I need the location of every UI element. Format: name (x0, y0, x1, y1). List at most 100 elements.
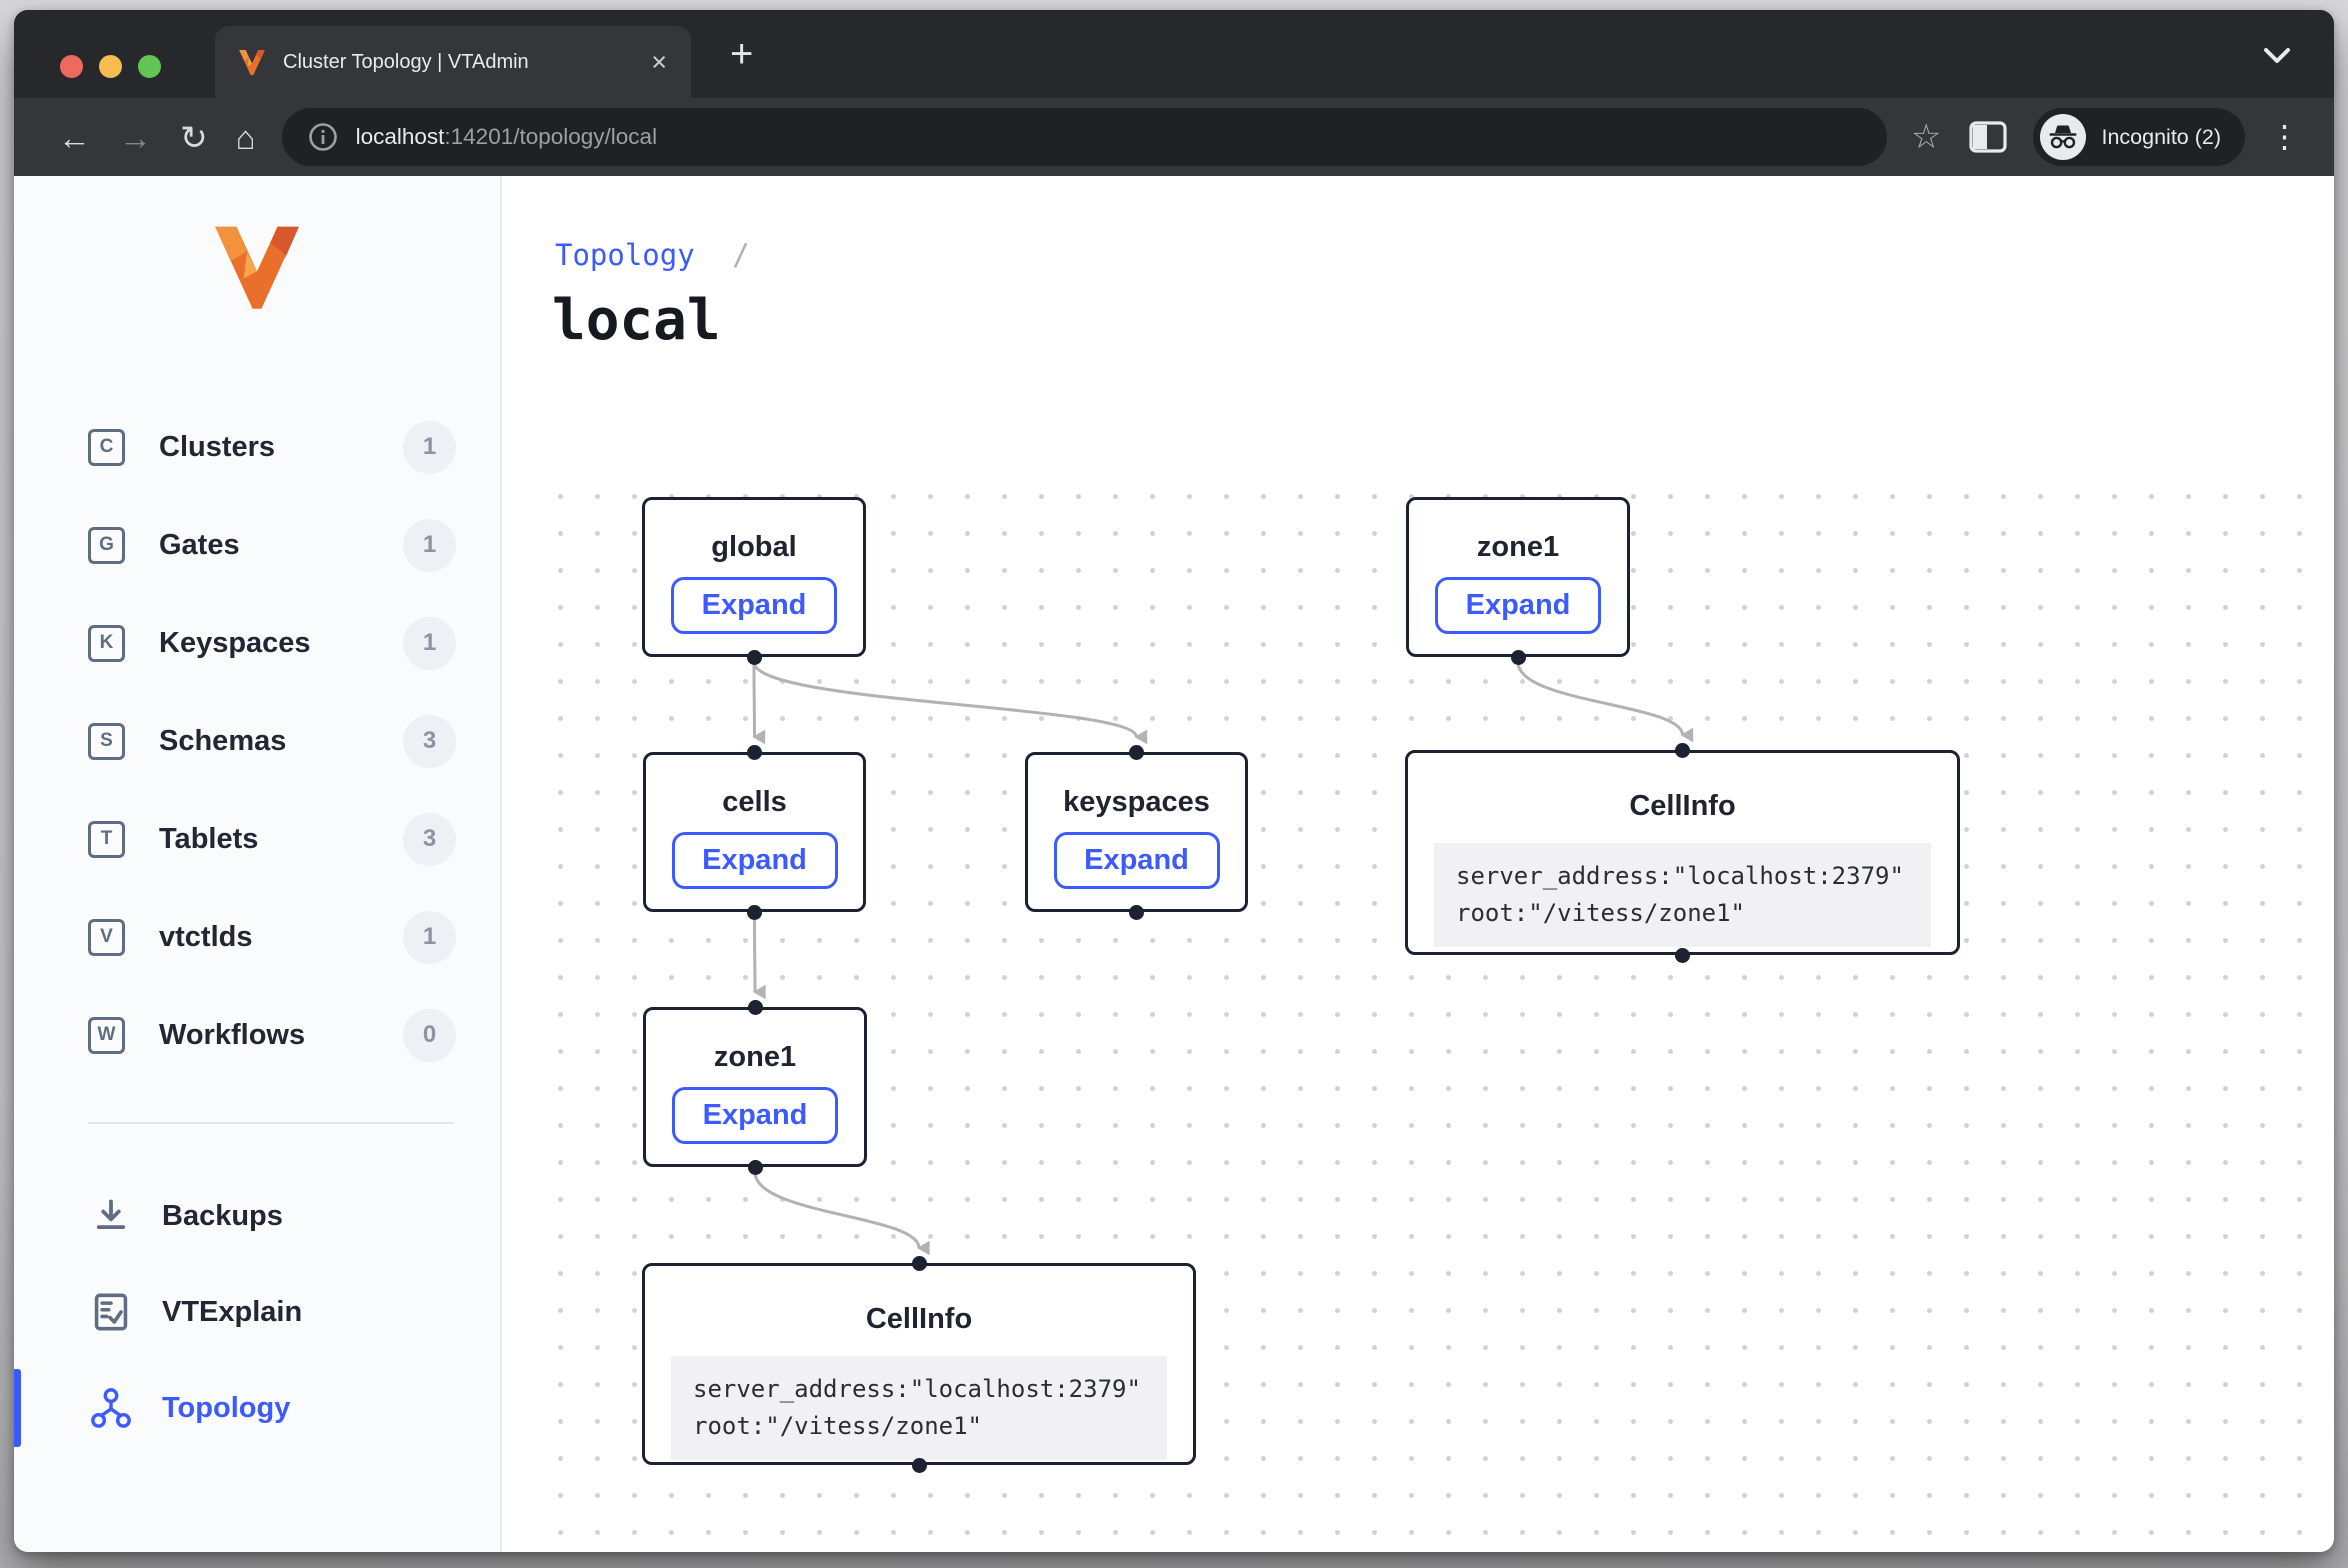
top-port[interactable] (912, 1256, 927, 1271)
nav-letter-icon: C (88, 429, 125, 466)
close-window-button[interactable] (60, 55, 83, 78)
bottom-port[interactable] (1129, 905, 1144, 920)
bottom-port[interactable] (1675, 948, 1690, 963)
cellinfo-code-block: server_address:"localhost:2379"root:"/vi… (671, 1356, 1167, 1460)
sidebar-nav-list: C Clusters 1 G Gates 1 K Keyspaces 1 S S… (14, 398, 500, 1084)
sidebar-item-gates[interactable]: G Gates 1 (14, 496, 500, 594)
sidebar-item-keyspaces[interactable]: K Keyspaces 1 (14, 594, 500, 692)
page-title: local (552, 288, 721, 353)
sidebar-tool-list: Backups VTExplain (14, 1168, 500, 1456)
sidebar-item-vtexplain[interactable]: VTExplain (14, 1264, 500, 1360)
sidebar-divider (88, 1122, 454, 1124)
new-tab-button[interactable]: + (720, 32, 763, 76)
tool-item-label: Backups (162, 1200, 283, 1233)
zoom-window-button[interactable] (138, 55, 161, 78)
vtexplain-icon (91, 1292, 131, 1332)
traffic-lights (60, 55, 161, 78)
vitess-logo (208, 220, 306, 312)
breadcrumb: Topology / (555, 238, 750, 272)
sidebar-item-vtctlds[interactable]: V vtctlds 1 (14, 888, 500, 986)
expand-button[interactable]: Expand (671, 577, 837, 634)
top-port[interactable] (747, 745, 762, 760)
node-cells[interactable]: cells Expand (643, 752, 866, 912)
nav-item-label: Keyspaces (159, 627, 311, 660)
tool-item-label: Topology (162, 1392, 290, 1425)
bottom-port[interactable] (748, 1160, 763, 1175)
nav-letter-icon: S (88, 723, 125, 760)
cellinfo-code-block: server_address:"localhost:2379"root:"/vi… (1434, 843, 1931, 947)
count-badge: 0 (403, 1009, 456, 1062)
incognito-icon (2040, 114, 2086, 160)
expand-button[interactable]: Expand (1435, 577, 1601, 634)
app-content: C Clusters 1 G Gates 1 K Keyspaces 1 S S… (14, 176, 2334, 1552)
nav-letter-icon: T (88, 821, 125, 858)
node-title: CellInfo (645, 1302, 1193, 1336)
sidebar-item-topology[interactable]: Topology (14, 1360, 500, 1456)
expand-button[interactable]: Expand (672, 1087, 838, 1144)
minimize-window-button[interactable] (99, 55, 122, 78)
browser-tab[interactable]: Cluster Topology | VTAdmin × (215, 26, 691, 98)
address-bar[interactable]: localhost:14201/topology/local (282, 108, 1887, 166)
browser-window: Cluster Topology | VTAdmin × + ← → ↻ ⌂ l… (14, 10, 2334, 1552)
expand-button[interactable]: Expand (1054, 832, 1220, 889)
side-panel-icon[interactable] (1959, 121, 2017, 153)
node-zone1-mid[interactable]: zone1 Expand (643, 1007, 867, 1167)
reload-icon[interactable]: ↻ (166, 121, 222, 154)
bottom-port[interactable] (747, 650, 762, 665)
node-title: cells (646, 785, 863, 819)
top-port[interactable] (748, 1000, 763, 1015)
top-port[interactable] (1129, 745, 1144, 760)
top-port[interactable] (1675, 743, 1690, 758)
nav-item-label: Clusters (159, 431, 275, 464)
sidebar-item-clusters[interactable]: C Clusters 1 (14, 398, 500, 496)
nav-letter-icon: G (88, 527, 125, 564)
browser-toolbar: ← → ↻ ⌂ localhost:14201/topology/local ☆ (14, 98, 2334, 176)
close-tab-icon[interactable]: × (645, 47, 673, 78)
home-icon[interactable]: ⌂ (222, 121, 270, 154)
node-cellinfo-bottom[interactable]: CellInfo server_address:"localhost:2379"… (642, 1263, 1196, 1465)
nav-item-label: vtctlds (159, 921, 252, 954)
nav-letter-icon: V (88, 919, 125, 956)
sidebar: C Clusters 1 G Gates 1 K Keyspaces 1 S S… (14, 176, 502, 1552)
browser-menu-icon[interactable]: ⋮ (2253, 119, 2308, 155)
back-icon[interactable]: ← (44, 121, 105, 154)
sidebar-item-tablets[interactable]: T Tablets 3 (14, 790, 500, 888)
incognito-badge[interactable]: Incognito (2) (2033, 108, 2245, 166)
site-info-icon[interactable] (308, 122, 338, 152)
count-badge: 1 (403, 617, 456, 670)
bookmark-star-icon[interactable]: ☆ (1901, 117, 1951, 157)
tab-title: Cluster Topology | VTAdmin (283, 51, 645, 74)
node-cellinfo-right[interactable]: CellInfo server_address:"localhost:2379"… (1405, 750, 1960, 955)
toolbar-right: ☆ Incognito (2) (1901, 108, 2308, 166)
tab-search-chevron-icon[interactable] (2260, 44, 2294, 68)
nav-letter-icon: K (88, 625, 125, 662)
bottom-port[interactable] (747, 905, 762, 920)
main-area: Topology / local global Expand zone1 Exp… (502, 176, 2334, 1552)
node-title: zone1 (646, 1040, 864, 1074)
nav-item-label: Workflows (159, 1019, 305, 1052)
tool-item-label: VTExplain (162, 1296, 302, 1329)
bottom-port[interactable] (1511, 650, 1526, 665)
expand-button[interactable]: Expand (672, 832, 838, 889)
url-host: localhost (356, 124, 445, 149)
count-badge: 1 (403, 519, 456, 572)
active-indicator (14, 1369, 21, 1447)
nav-item-label: Gates (159, 529, 240, 562)
node-global[interactable]: global Expand (642, 497, 866, 657)
node-title: global (645, 530, 863, 564)
node-keyspaces[interactable]: keyspaces Expand (1025, 752, 1248, 912)
url-path: :14201/topology/local (444, 124, 657, 149)
node-title: zone1 (1409, 530, 1627, 564)
bottom-port[interactable] (912, 1458, 927, 1473)
node-zone1-top[interactable]: zone1 Expand (1406, 497, 1630, 657)
tool-icon-wrap (88, 1292, 134, 1332)
tool-icon-wrap (88, 1197, 134, 1235)
breadcrumb-topology-link[interactable]: Topology (555, 238, 695, 272)
sidebar-item-backups[interactable]: Backups (14, 1168, 500, 1264)
forward-icon[interactable]: → (105, 121, 166, 154)
count-badge: 3 (403, 715, 456, 768)
sidebar-item-schemas[interactable]: S Schemas 3 (14, 692, 500, 790)
node-title: keyspaces (1028, 785, 1245, 819)
url-text[interactable]: localhost:14201/topology/local (356, 124, 657, 150)
sidebar-item-workflows[interactable]: W Workflows 0 (14, 986, 500, 1084)
